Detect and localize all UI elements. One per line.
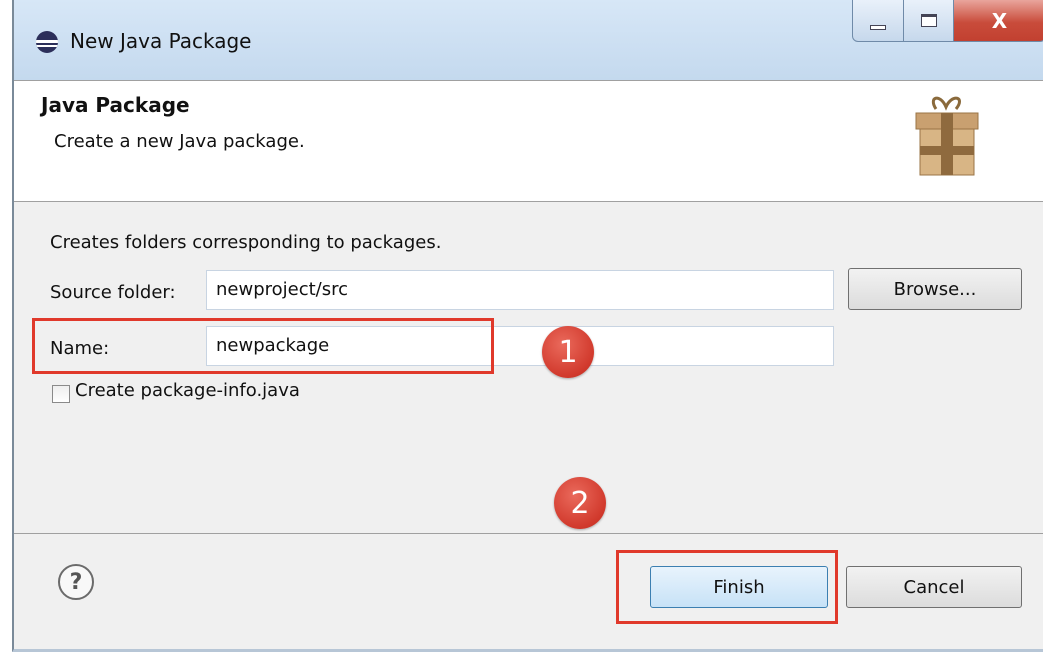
step1-marker: 1 xyxy=(542,326,594,378)
eclipse-icon xyxy=(36,31,58,53)
footer-divider xyxy=(14,533,1043,534)
minimize-button[interactable] xyxy=(852,0,904,42)
step2-highlight-box xyxy=(616,550,838,624)
browse-button[interactable]: Browse... xyxy=(848,268,1022,310)
cancel-button[interactable]: Cancel xyxy=(846,566,1022,608)
maximize-button[interactable] xyxy=(904,0,954,42)
wizard-description: Create a new Java package. xyxy=(54,131,305,152)
window-controls: X xyxy=(852,0,1043,42)
new-java-package-dialog: New Java Package X Java Package Create a… xyxy=(12,0,1043,652)
source-folder-label: Source folder: xyxy=(50,282,176,303)
minimize-icon xyxy=(870,25,886,30)
source-folder-field[interactable]: newproject/src xyxy=(206,270,834,310)
title-bar[interactable]: New Java Package X xyxy=(14,0,1043,80)
step2-marker: 2 xyxy=(554,477,606,529)
step1-highlight-box xyxy=(32,318,494,374)
maximize-icon xyxy=(920,14,937,27)
package-icon xyxy=(915,96,979,176)
intro-text: Creates folders corresponding to package… xyxy=(50,232,442,253)
wizard-title: Java Package xyxy=(41,93,190,117)
window-title: New Java Package xyxy=(70,29,252,53)
package-info-checkbox-label[interactable]: Create package-info.java xyxy=(75,380,300,401)
wizard-banner: Java Package Create a new Java package. xyxy=(14,80,1043,202)
close-icon: X xyxy=(991,8,1008,33)
close-button[interactable]: X xyxy=(954,0,1043,42)
background-left-edge xyxy=(0,0,12,656)
package-info-checkbox[interactable] xyxy=(52,385,70,403)
help-icon[interactable]: ? xyxy=(58,564,94,600)
